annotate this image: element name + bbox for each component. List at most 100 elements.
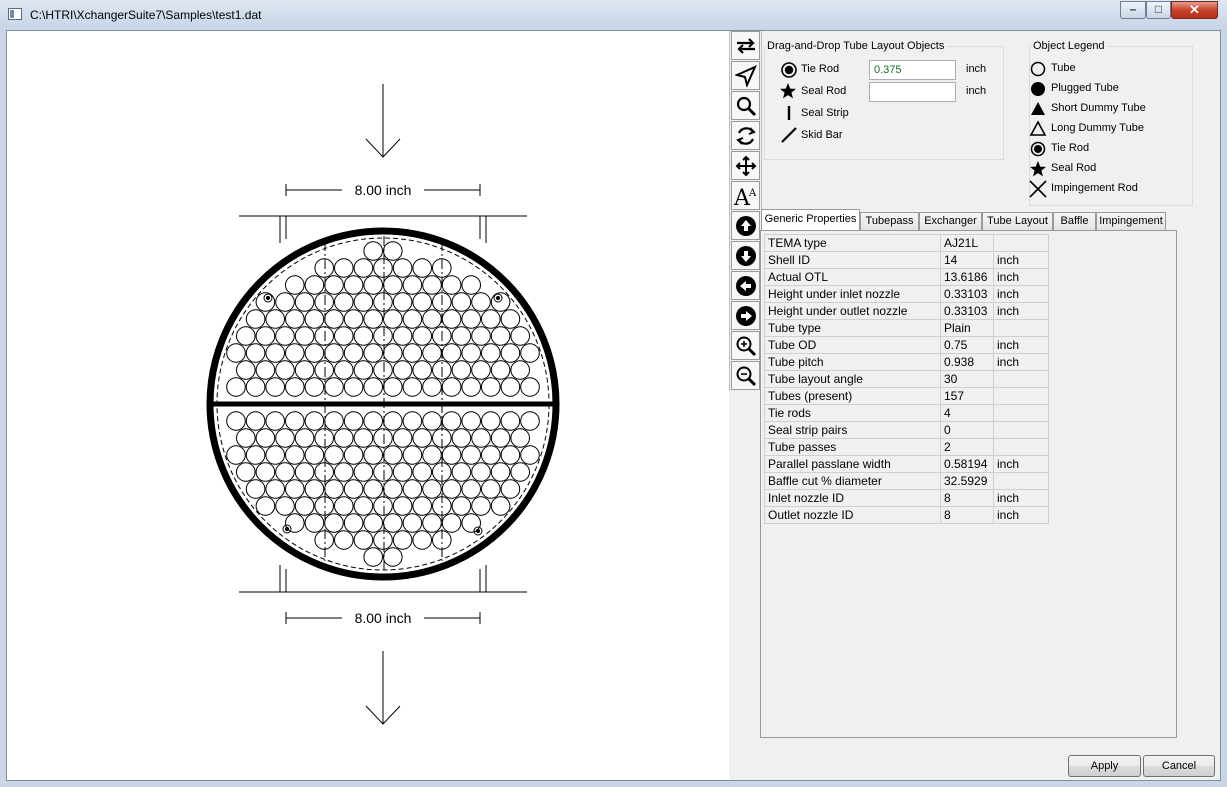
rotate-layout-icon: [736, 37, 755, 54]
tube: [226, 445, 246, 465]
close-button[interactable]: ✕: [1171, 1, 1218, 19]
tube: [294, 428, 315, 448]
tube: [294, 292, 315, 312]
seal-rod-label: Seal Rod: [801, 85, 847, 97]
legend-label-impingement-rod: Impingement Rod: [1051, 182, 1138, 194]
property-value[interactable]: 13.6186: [940, 268, 994, 286]
zoom-out-icon: [736, 366, 756, 386]
tube: [461, 411, 482, 431]
tube: [441, 479, 462, 499]
bottom-dimension-label: 8.00 inch: [355, 610, 412, 626]
arrow-up-icon: [735, 215, 756, 236]
tube: [343, 343, 364, 363]
tab-baffle[interactable]: Baffle: [1053, 212, 1096, 230]
tab-impingement[interactable]: Impingement: [1096, 212, 1166, 230]
tab-generic-properties[interactable]: Generic Properties: [761, 209, 860, 230]
pan-move-icon: [735, 155, 756, 176]
cross-icon: [1029, 180, 1047, 198]
seal-rod-diameter-input[interactable]: [869, 82, 956, 102]
move-right-button[interactable]: [731, 301, 760, 330]
property-value[interactable]: 4: [940, 404, 994, 422]
property-unit: [993, 404, 1049, 422]
property-value[interactable]: 8: [940, 506, 994, 524]
tube: [422, 343, 442, 363]
tube-layout-canvas[interactable]: 8.00 inch 8.00 inch: [7, 31, 729, 780]
tube: [490, 462, 511, 482]
tab-tubepass[interactable]: Tubepass: [860, 212, 919, 230]
property-name: Inlet nozzle ID: [764, 489, 941, 507]
tube: [392, 292, 413, 312]
cancel-button[interactable]: Cancel: [1143, 755, 1215, 777]
property-name: Actual OTL: [764, 268, 941, 286]
tab-exchanger[interactable]: Exchanger: [919, 212, 982, 230]
layout-toolbar: AA: [729, 31, 762, 391]
tube: [334, 530, 354, 550]
tube: [304, 411, 325, 431]
property-value[interactable]: Plain: [940, 319, 994, 337]
zoom-in-button[interactable]: [731, 331, 760, 360]
property-value[interactable]: 32.5929: [940, 472, 994, 490]
tube: [373, 530, 393, 550]
legend-icons: [1029, 61, 1047, 198]
tube: [392, 360, 413, 380]
tube: [363, 479, 384, 499]
tube: [324, 411, 344, 431]
move-left-button[interactable]: [731, 271, 760, 300]
move-up-button[interactable]: [731, 211, 760, 240]
property-name: Parallel passlane width: [764, 455, 941, 473]
refresh-button[interactable]: [731, 121, 760, 150]
property-value[interactable]: 157: [940, 387, 994, 405]
tube: [353, 496, 374, 516]
tube-layout-drawing[interactable]: 8.00 inch 8.00 inch: [7, 31, 729, 780]
tube: [383, 275, 403, 295]
rotate-layout-button[interactable]: [731, 31, 760, 60]
apply-button[interactable]: Apply: [1068, 755, 1141, 777]
title-bar: C:\HTRI\XchangerSuite7\Samples\test1.dat…: [0, 0, 1227, 30]
tube: [510, 326, 531, 346]
tube: [314, 292, 335, 312]
property-value[interactable]: 0.75: [940, 336, 994, 354]
property-value[interactable]: 0.938: [940, 353, 994, 371]
tube: [343, 309, 364, 329]
skid-bar-label: Skid Bar: [801, 129, 843, 141]
tube: [402, 309, 423, 329]
legend-label-short-dummy-tube: Short Dummy Tube: [1051, 102, 1146, 114]
select-pointer-button[interactable]: [731, 61, 760, 90]
tube: [353, 292, 374, 312]
property-value[interactable]: 2: [940, 438, 994, 456]
property-unit: [993, 319, 1049, 337]
property-value[interactable]: 8: [940, 489, 994, 507]
property-unit: inch: [993, 302, 1049, 320]
table-row: Outlet nozzle ID 8 inch: [764, 506, 1049, 524]
property-value[interactable]: AJ21L: [940, 234, 994, 252]
tie-rod-diameter-input[interactable]: 0.375: [869, 60, 956, 80]
tube: [324, 309, 344, 329]
tube: [422, 377, 442, 397]
move-down-button[interactable]: [731, 241, 760, 270]
tube: [255, 462, 276, 482]
property-value[interactable]: 30: [940, 370, 994, 388]
maximize-button[interactable]: □: [1146, 1, 1171, 19]
table-row: Seal strip pairs 0: [764, 421, 1049, 439]
svg-text:A: A: [748, 188, 757, 199]
property-value[interactable]: 14: [940, 251, 994, 269]
tube: [353, 326, 374, 346]
font-size-button[interactable]: AA: [731, 181, 760, 210]
pan-move-button[interactable]: [731, 151, 760, 180]
tube: [392, 496, 413, 516]
property-value[interactable]: 0.33103: [940, 302, 994, 320]
property-value[interactable]: 0.58194: [940, 455, 994, 473]
tube: [500, 445, 521, 465]
legend-label-seal-rod: Seal Rod: [1051, 162, 1097, 174]
zoom-out-button[interactable]: [731, 361, 760, 390]
tube: [324, 479, 344, 499]
tube: [500, 479, 521, 499]
property-value[interactable]: 0.33103: [940, 285, 994, 303]
minimize-button[interactable]: –: [1120, 1, 1146, 19]
property-value[interactable]: 0: [940, 421, 994, 439]
tube: [510, 360, 531, 380]
tab-tube-layout[interactable]: Tube Layout: [982, 212, 1053, 230]
magnifier-button[interactable]: [731, 91, 760, 120]
tube: [373, 258, 393, 278]
tube: [363, 377, 384, 397]
